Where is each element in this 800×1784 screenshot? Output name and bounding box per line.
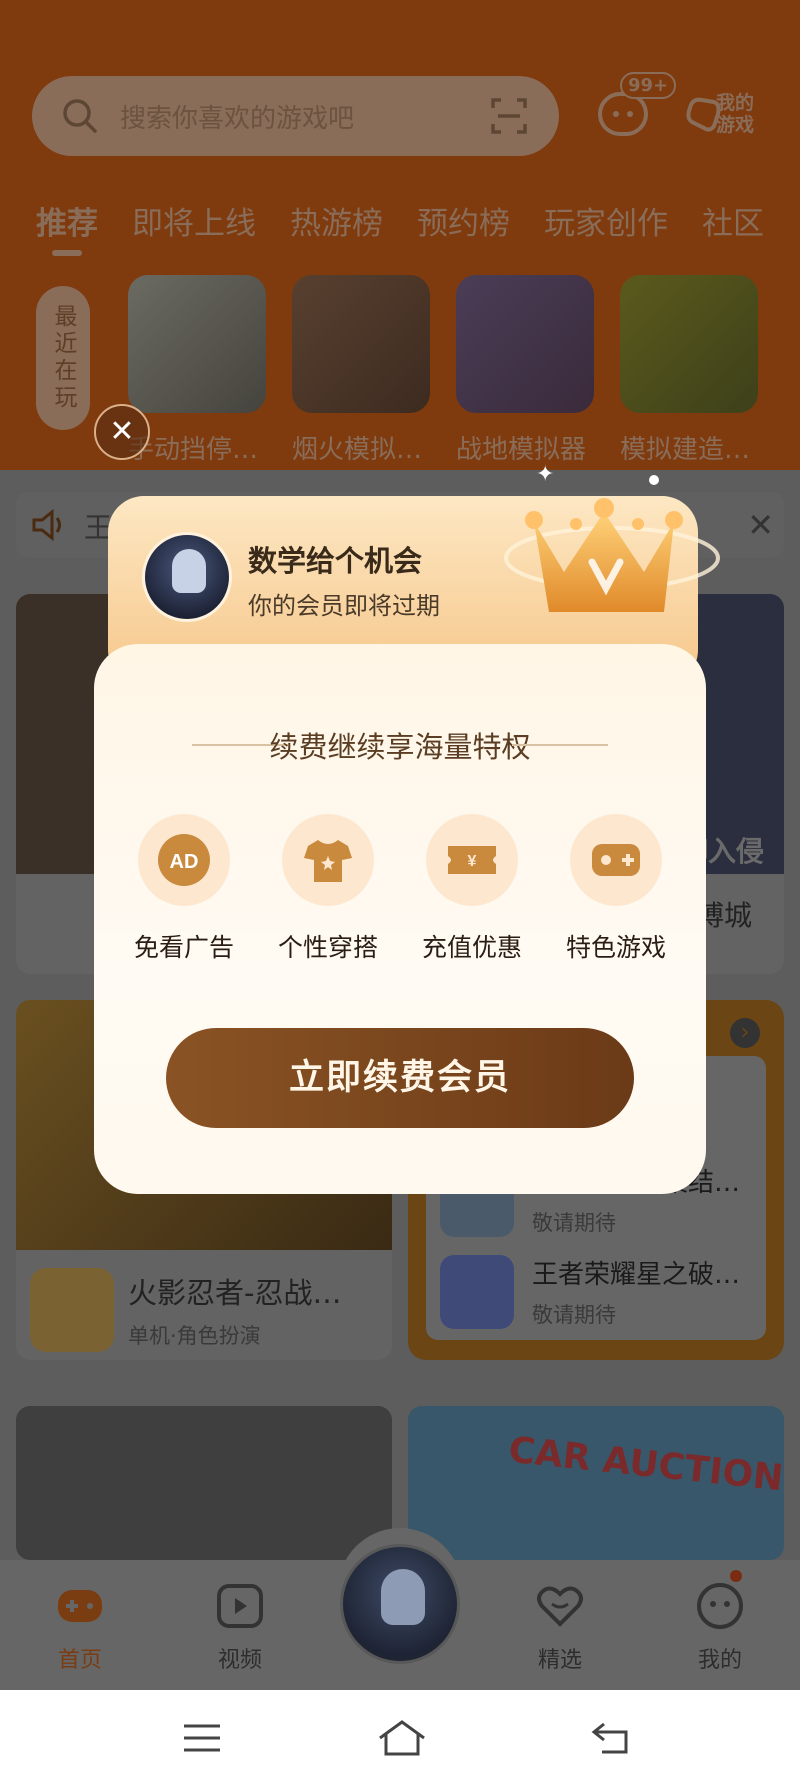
nav-home-label: 首页: [57, 1648, 102, 1673]
perk-icon-bg: [282, 814, 374, 906]
recent-game[interactable]: 模拟建造…: [620, 275, 758, 466]
perk-icon-bg: AD: [138, 814, 230, 906]
nav-home[interactable]: 首页: [30, 1580, 130, 1674]
game-card[interactable]: CAR AUCTION: [408, 1406, 784, 1560]
privileges-list: AD 免看广告 个性穿搭 ¥ 充值优惠 特色游戏: [124, 814, 676, 964]
menu-icon[interactable]: [180, 1718, 224, 1758]
tab-community[interactable]: 社区: [702, 198, 764, 243]
tab-reserve[interactable]: 预约榜: [417, 198, 510, 243]
game-name: 烟火模拟…: [292, 435, 423, 465]
scan-icon[interactable]: [489, 96, 529, 136]
recent-label: 最近在玩: [50, 304, 76, 412]
chevron-right-icon[interactable]: ›: [730, 1018, 760, 1048]
recent-game[interactable]: 烟火模拟…: [292, 275, 430, 466]
game-card[interactable]: [16, 1406, 392, 1560]
gamepad-icon: [58, 1590, 102, 1622]
game-thumbnail: [456, 275, 594, 413]
user-avatar: [142, 532, 232, 622]
message-badge: 99+: [620, 72, 677, 99]
tab-upcoming[interactable]: 即将上线: [132, 198, 256, 243]
game-icon: [440, 1254, 514, 1329]
modal-close-button[interactable]: ✕: [94, 404, 150, 460]
tab-recommend[interactable]: 推荐: [36, 198, 98, 243]
game-card-title: 火影忍者-忍战…: [128, 1276, 342, 1310]
membership-modal: 续费继续享海量特权 AD 免看广告 个性穿搭 ¥ 充值优惠 特色游戏 立即续费会…: [94, 644, 706, 1194]
perk-outfits: 个性穿搭: [268, 814, 388, 964]
top-header: 搜索你喜欢的游戏吧 99+ 我的游戏 推荐 即将上线 热游榜 预约榜 玩家创作 …: [0, 0, 800, 470]
membership-expiry-text: 你的会员即将过期: [248, 592, 440, 620]
perk-label: 个性穿搭: [277, 933, 378, 962]
tshirt-icon: [304, 840, 352, 882]
ad-icon-text: AD: [170, 851, 199, 873]
nav-mine-label: 我的: [697, 1648, 742, 1673]
game-name: 模拟建造…: [620, 435, 751, 465]
nav-video[interactable]: 视频: [190, 1580, 290, 1674]
announcement-close-icon[interactable]: ✕: [747, 506, 774, 544]
perk-icon-bg: ¥: [426, 814, 518, 906]
game-card-art: [16, 1406, 392, 1560]
perk-no-ads: AD 免看广告: [124, 814, 244, 964]
home-icon[interactable]: [376, 1718, 428, 1758]
sparkle-icon: ✦: [536, 462, 555, 487]
svg-text:¥: ¥: [468, 853, 477, 870]
game-card-info: 火影忍者-忍战… 单机·角色扮演: [30, 1268, 341, 1352]
game-thumbnail: [292, 275, 430, 413]
search-bar[interactable]: 搜索你喜欢的游戏吧: [32, 76, 559, 156]
perk-label: 特色游戏: [565, 933, 666, 962]
game-name: 手动挡停…: [128, 435, 259, 465]
tab-hot[interactable]: 热游榜: [290, 198, 383, 243]
list-item-status: 敬请期待: [532, 1303, 616, 1327]
recent-played-label: 最近在玩: [36, 286, 90, 430]
recent-game[interactable]: 战地模拟器: [456, 275, 594, 466]
renew-membership-button[interactable]: 立即续费会员: [166, 1028, 634, 1128]
perk-label: 免看广告: [133, 933, 234, 962]
privileges-title: 续费继续享海量特权: [269, 730, 531, 764]
active-tab-indicator: [52, 250, 82, 256]
list-item-title: 王者荣耀星之破…: [532, 1260, 741, 1290]
system-navigation-bar: [0, 1690, 800, 1784]
speaker-icon: [32, 508, 61, 542]
nav-featured-label: 精选: [537, 1648, 582, 1673]
game-thumbnail: [128, 275, 266, 413]
perk-label: 充值优惠: [421, 933, 522, 962]
tab-creations[interactable]: 玩家创作: [544, 198, 668, 243]
center-avatar[interactable]: [340, 1544, 460, 1664]
heart-icon: [537, 1586, 583, 1627]
user-name: 数学给个机会: [248, 544, 423, 578]
video-icon: [217, 1584, 263, 1628]
ticket-icon: ¥: [448, 846, 496, 874]
gamepad-icon: [592, 844, 640, 876]
game-name: 战地模拟器: [456, 435, 587, 465]
notification-dot: [730, 1570, 742, 1582]
profile-face-icon: [697, 1583, 743, 1629]
divider: [512, 744, 608, 746]
search-placeholder: 搜索你喜欢的游戏吧: [120, 103, 355, 134]
list-item-status: 敬请期待: [532, 1211, 616, 1235]
game-icon: [30, 1268, 114, 1352]
back-icon[interactable]: [588, 1718, 632, 1758]
game-thumbnail: [620, 275, 758, 413]
category-tabs: 推荐 即将上线 热游榜 预约榜 玩家创作 社区: [36, 198, 764, 243]
my-games-label[interactable]: 我的游戏: [716, 92, 766, 136]
recent-games-row: 手动挡停… 烟火模拟… 战地模拟器 模拟建造…: [128, 275, 758, 466]
nav-mine[interactable]: 我的: [670, 1580, 770, 1674]
game-card-subtitle: 单机·角色扮演: [128, 1324, 261, 1348]
crown-icon: [504, 475, 720, 612]
perk-icon-bg: [570, 814, 662, 906]
ad-icon: AD: [158, 834, 210, 886]
nav-featured[interactable]: 精选: [510, 1580, 610, 1674]
perk-special-games: 特色游戏: [556, 814, 676, 964]
nav-video-label: 视频: [217, 1648, 262, 1673]
perk-recharge: ¥ 充值优惠: [412, 814, 532, 964]
search-icon: [63, 99, 97, 133]
list-item[interactable]: 王者荣耀星之破… 敬请期待: [440, 1254, 740, 1329]
